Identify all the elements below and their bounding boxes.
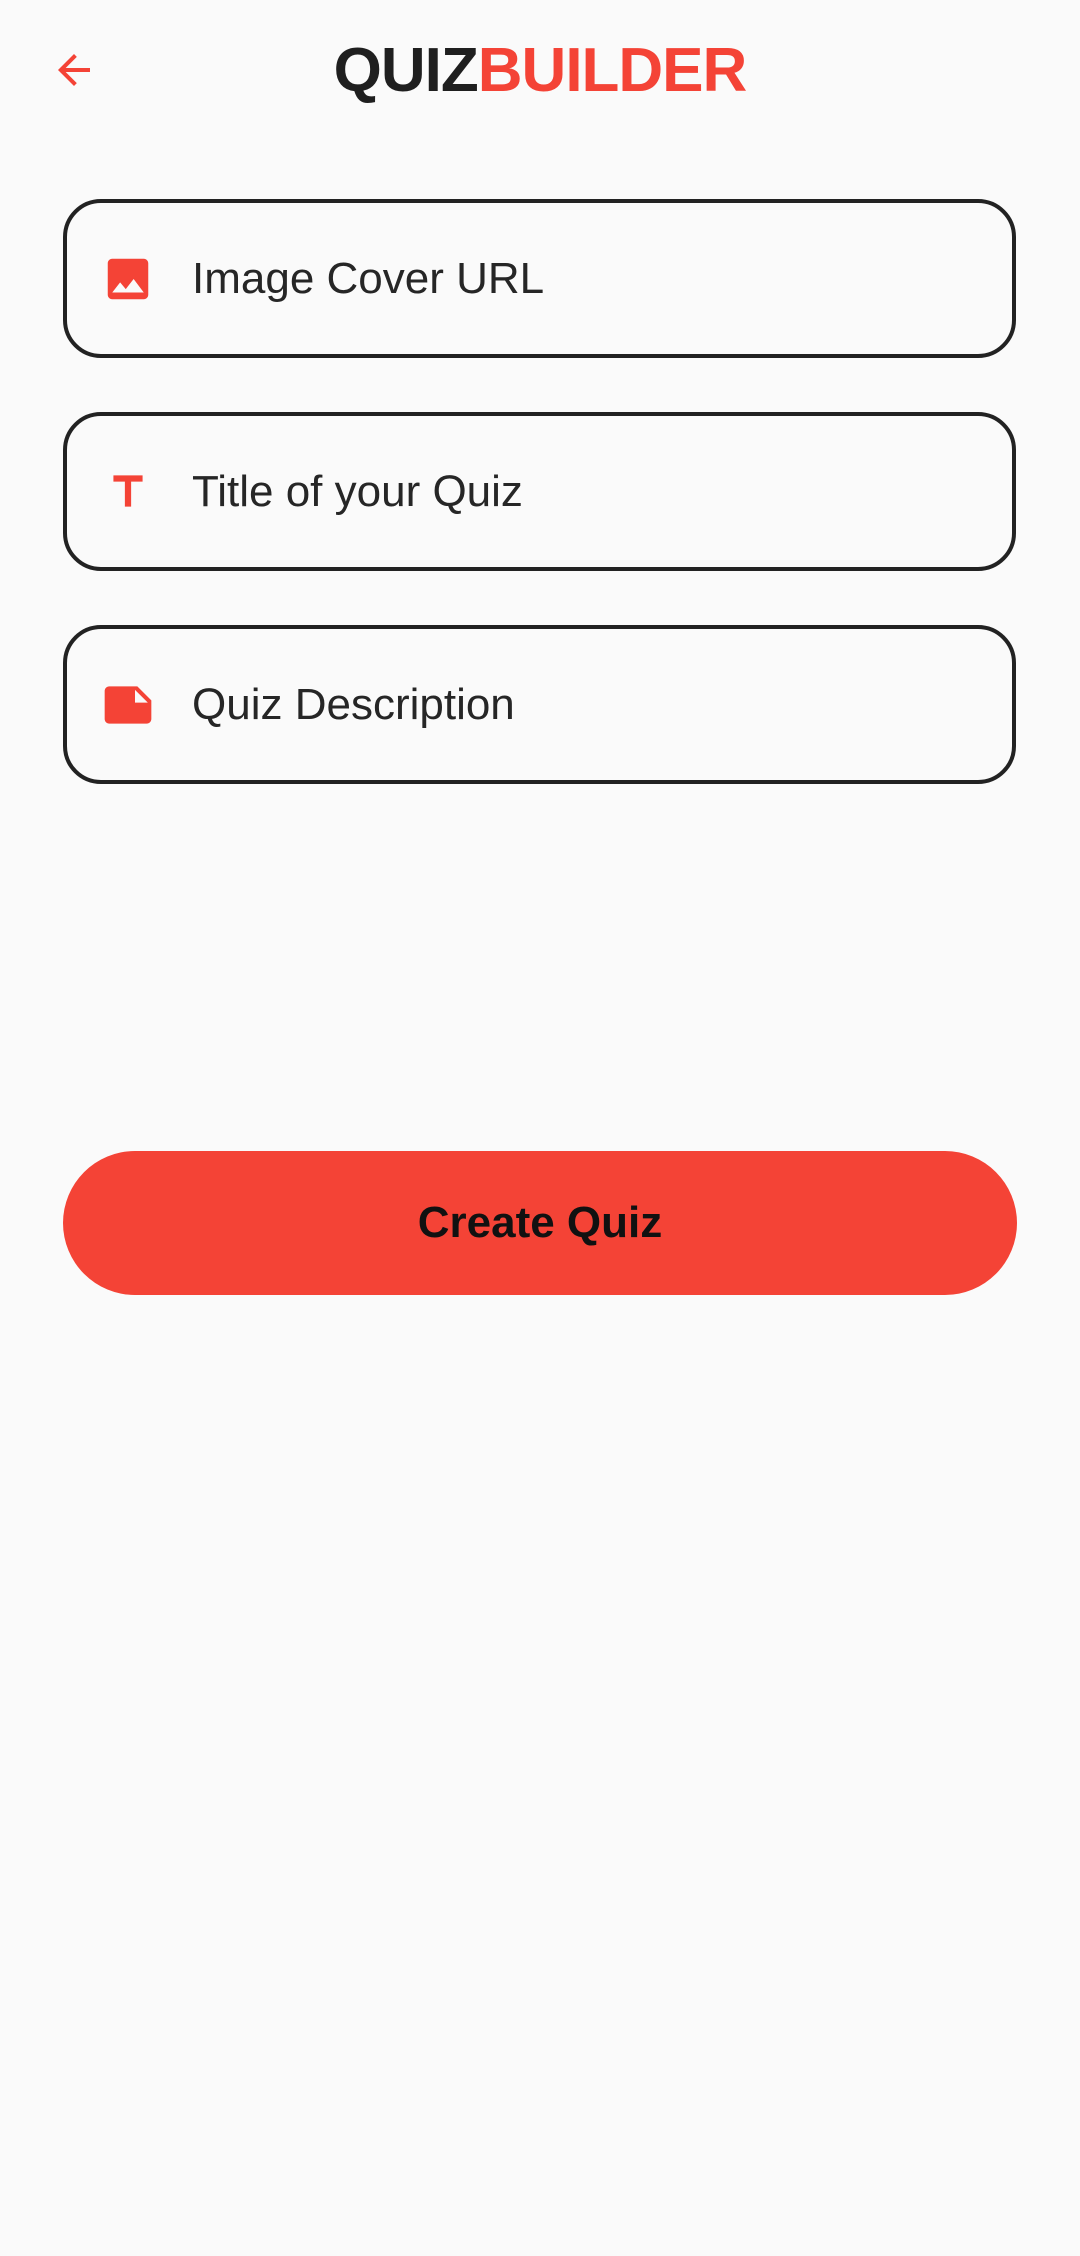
create-quiz-label: Create Quiz: [417, 1198, 663, 1247]
image-icon: [100, 251, 156, 307]
quiz-title-placeholder: Title of your Quiz: [192, 466, 523, 516]
image-cover-url-placeholder: Image Cover URL: [192, 253, 545, 303]
quiz-title-field[interactable]: Title of your Quiz: [63, 412, 1016, 571]
app-title-quiz: QUIZ: [333, 36, 479, 105]
app-title: QUIZBUILDER: [0, 35, 1080, 107]
create-quiz-button[interactable]: Create Quiz: [63, 1151, 1017, 1295]
image-cover-url-field[interactable]: Image Cover URL: [63, 199, 1016, 358]
app-header: QUIZBUILDER: [0, 0, 1080, 145]
app-title-builder: BUILDER: [477, 36, 748, 105]
note-icon: [100, 677, 156, 733]
quiz-description-field[interactable]: Quiz Description: [63, 625, 1016, 784]
text-format-icon: [100, 464, 156, 520]
quiz-description-placeholder: Quiz Description: [192, 679, 515, 729]
